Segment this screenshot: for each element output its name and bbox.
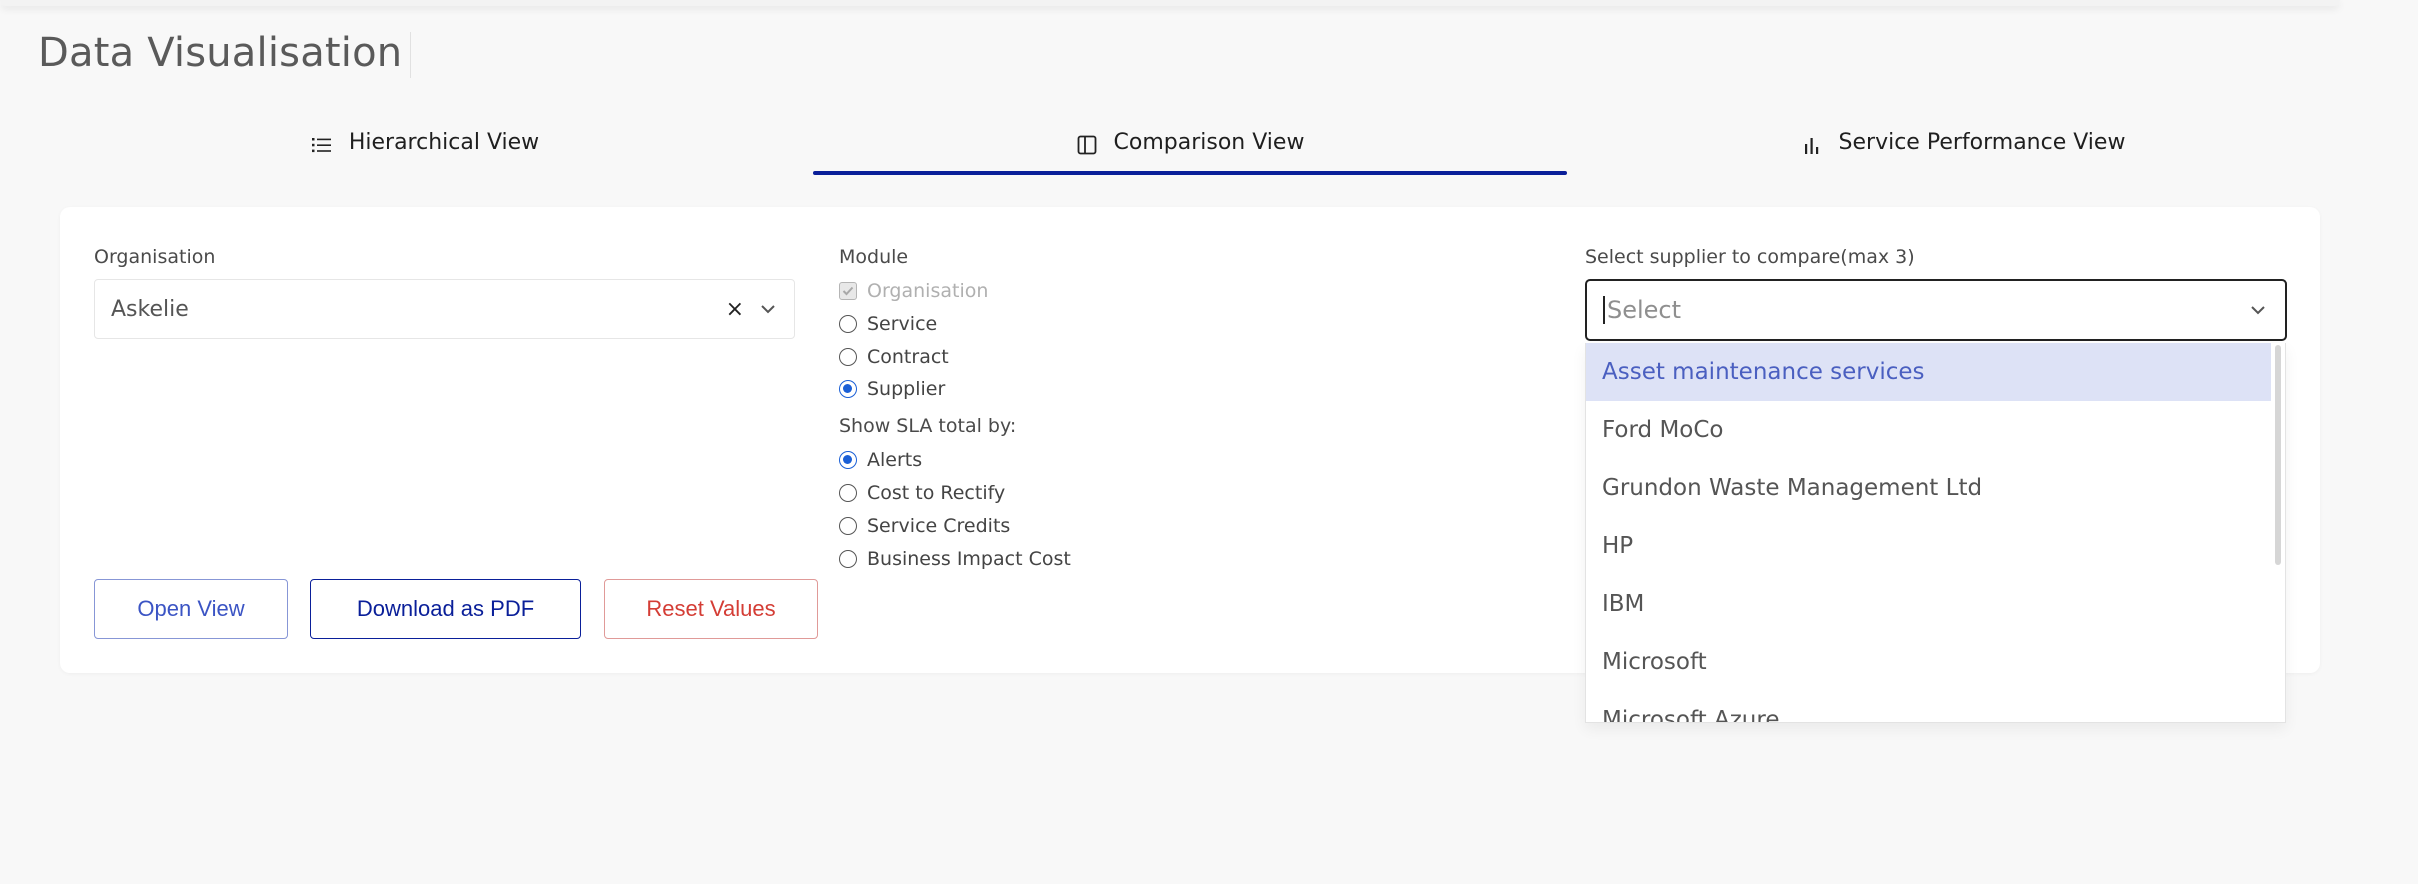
radio-button[interactable] (839, 550, 857, 568)
tab-service-performance-view[interactable]: Service Performance View (1568, 120, 2358, 175)
dropdown-option[interactable]: Ford MoCo (1586, 401, 2271, 459)
chevron-down-icon[interactable] (758, 299, 778, 319)
module-option-label: Contract (867, 346, 949, 368)
module-option-label: Organisation (867, 280, 989, 302)
sla-option-service-credits[interactable]: Service Credits (839, 515, 1010, 537)
organisation-value: Askelie (111, 296, 189, 322)
radio-button[interactable] (839, 484, 857, 502)
download-pdf-button[interactable]: Download as PDF (310, 579, 581, 639)
tab-label: Hierarchical View (348, 130, 540, 155)
radio-button[interactable] (839, 517, 857, 535)
sla-option-label: Alerts (867, 449, 923, 471)
open-view-button[interactable]: Open View (94, 579, 288, 639)
top-header-bar (0, 0, 2340, 6)
sla-label: Show SLA total by: (839, 415, 1017, 437)
radio-button[interactable] (839, 315, 857, 333)
tab-label: Comparison View (1113, 130, 1305, 155)
list-icon (311, 134, 333, 156)
supplier-dropdown-menu: Asset maintenance services Ford MoCo Gru… (1585, 343, 2286, 723)
organisation-select[interactable]: Askelie × (94, 279, 795, 339)
sla-option-cost-to-rectify[interactable]: Cost to Rectify (839, 482, 1005, 504)
radio-button-selected[interactable] (839, 451, 857, 469)
dropdown-option[interactable]: Asset maintenance services (1586, 343, 2271, 401)
dropdown-option[interactable]: Microsoft Azure (1586, 691, 2271, 722)
module-option-label: Service (867, 313, 938, 335)
sla-option-label: Business Impact Cost (867, 548, 1071, 570)
sla-option-label: Cost to Rectify (867, 482, 1006, 504)
dropdown-option[interactable]: Grundon Waste Management Ltd (1586, 459, 2271, 517)
reset-values-button[interactable]: Reset Values (604, 579, 818, 639)
tab-label: Service Performance View (1838, 130, 2126, 155)
module-option-contract[interactable]: Contract (839, 346, 949, 368)
title-divider (410, 32, 411, 78)
dropdown-option[interactable]: Microsoft (1586, 633, 2271, 691)
sla-option-label: Service Credits (867, 515, 1011, 537)
supplier-select[interactable] (1585, 279, 2287, 341)
dropdown-option[interactable]: IBM (1586, 575, 2271, 633)
module-option-label: Supplier (867, 378, 946, 400)
organisation-label: Organisation (94, 246, 216, 268)
sla-option-alerts[interactable]: Alerts (839, 449, 922, 471)
module-option-supplier[interactable]: Supplier (839, 378, 945, 400)
supplier-search-input[interactable] (1607, 296, 2247, 324)
tab-hierarchical-view[interactable]: Hierarchical View (40, 120, 810, 175)
radio-button-selected[interactable] (839, 380, 857, 398)
supplier-label: Select supplier to compare(max 3) (1585, 246, 1915, 268)
module-option-organisation: Organisation (839, 280, 988, 302)
text-cursor (1603, 296, 1605, 324)
chevron-down-icon[interactable] (2247, 299, 2269, 321)
columns-icon (1076, 134, 1098, 156)
tab-comparison-view[interactable]: Comparison View (813, 120, 1567, 175)
bar-chart-icon (1801, 134, 1823, 156)
module-option-service[interactable]: Service (839, 313, 937, 335)
checkbox-checked-icon (839, 282, 857, 300)
page-title: Data Visualisation (38, 30, 403, 76)
clear-icon[interactable]: × (726, 297, 744, 322)
dropdown-option[interactable]: HP (1586, 517, 2271, 575)
dropdown-scrollbar[interactable] (2275, 345, 2281, 565)
radio-button[interactable] (839, 348, 857, 366)
view-tabs: Hierarchical View Comparison View Servic… (0, 120, 2418, 175)
sla-option-business-impact-cost[interactable]: Business Impact Cost (839, 548, 1071, 570)
module-label: Module (839, 246, 909, 268)
